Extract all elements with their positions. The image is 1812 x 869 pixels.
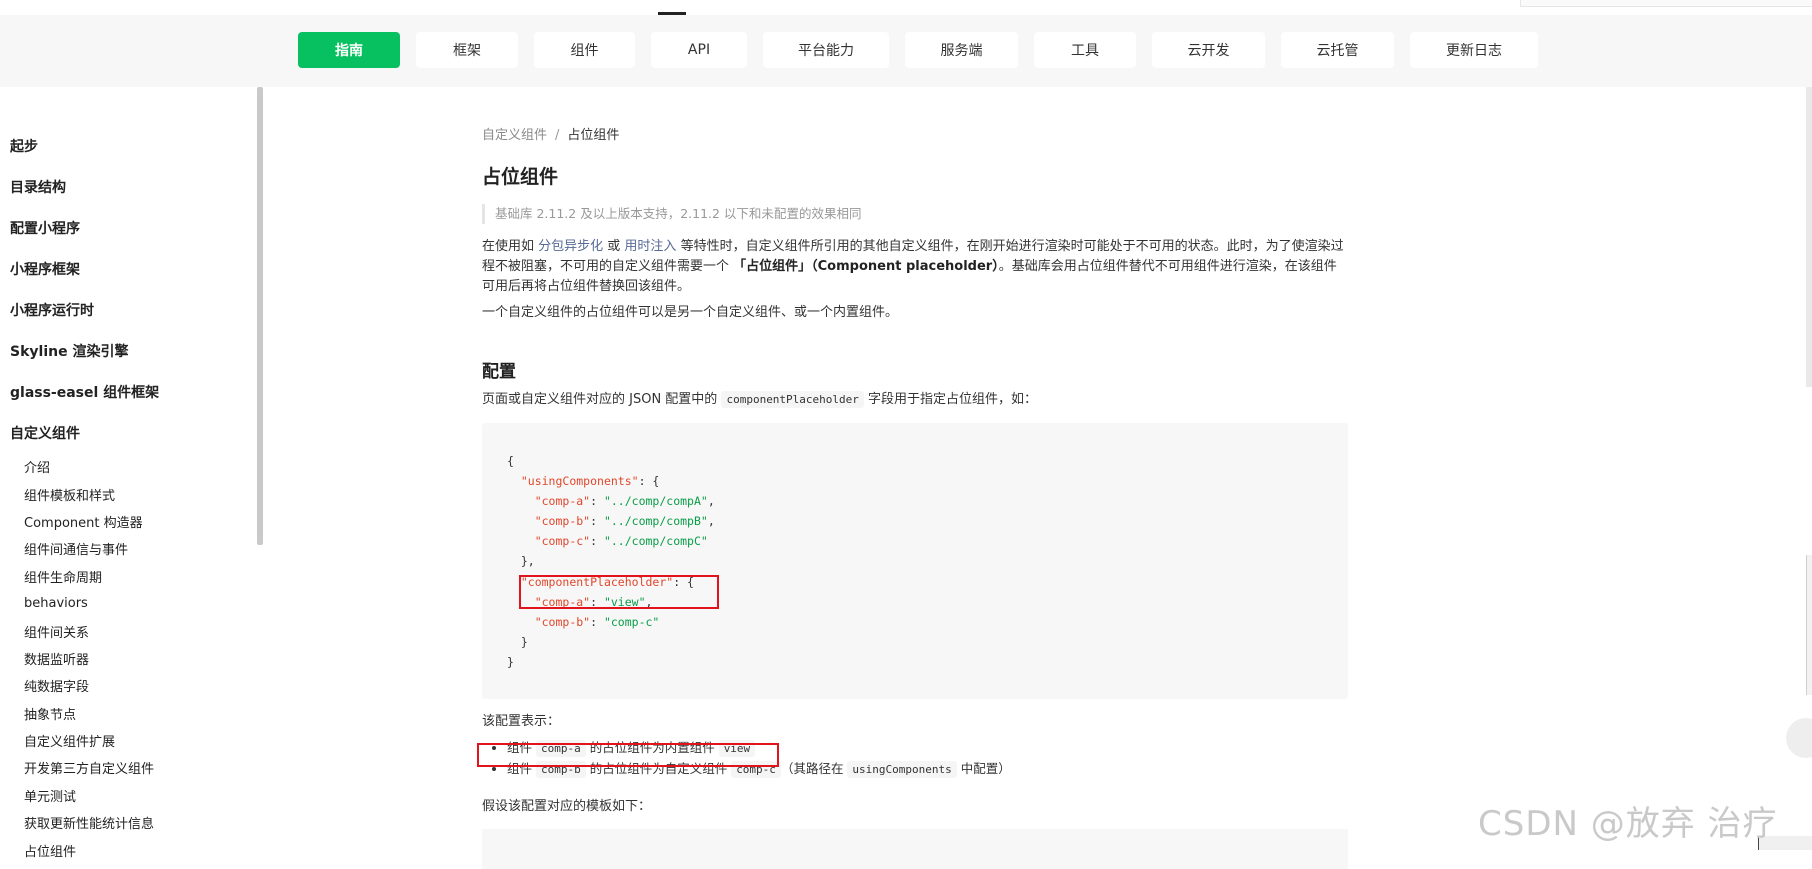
intro-bold-term: 「占位组件」（Component placeholder） bbox=[733, 259, 999, 274]
sidebar-scrollbar[interactable] bbox=[257, 87, 263, 545]
link-subpackage-async[interactable]: 分包异步化 bbox=[538, 239, 603, 254]
bullet-text: 中配置） bbox=[956, 761, 1011, 776]
nav-server[interactable]: 服务端 bbox=[905, 32, 1018, 68]
code-string: "../comp/compC" bbox=[603, 534, 708, 549]
nav-framework[interactable]: 框架 bbox=[416, 32, 518, 68]
sidebar-sub-perf-stats[interactable]: 获取更新性能统计信息 bbox=[10, 809, 250, 836]
sidebar-sub-intro[interactable]: 介绍 bbox=[10, 453, 250, 480]
code-key: "comp-b" bbox=[534, 514, 591, 529]
nav-tools[interactable]: 工具 bbox=[1034, 32, 1136, 68]
sidebar-sub-observers[interactable]: 数据监听器 bbox=[10, 645, 250, 672]
code-brace: }, bbox=[520, 554, 535, 569]
code-key: "comp-a" bbox=[534, 494, 591, 509]
breadcrumb: 自定义组件 / 占位组件 bbox=[482, 124, 619, 143]
template-intro: 假设该配置对应的模板如下： bbox=[482, 799, 652, 814]
code-string: "../comp/compB" bbox=[603, 514, 708, 529]
sidebar: 起步 目录结构 配置小程序 小程序框架 小程序运行时 Skyline 渲染引擎 … bbox=[0, 87, 263, 860]
sidebar-sub-template-style[interactable]: 组件模板和样式 bbox=[10, 480, 250, 507]
json-code-block: { "usingComponents": { "comp-a": "../com… bbox=[482, 423, 1348, 699]
code-key: "comp-c" bbox=[534, 534, 591, 549]
nav-cloud-hosting[interactable]: 云托管 bbox=[1281, 32, 1394, 68]
breadcrumb-current: 占位组件 bbox=[567, 128, 620, 143]
bullet-text: （其路径在 bbox=[780, 761, 848, 776]
nav-components[interactable]: 组件 bbox=[534, 32, 635, 68]
sidebar-item-config[interactable]: 配置小程序 bbox=[10, 207, 250, 248]
nav-guide[interactable]: 指南 bbox=[298, 32, 400, 68]
sidebar-sub-placeholder[interactable]: 占位组件 bbox=[10, 836, 250, 863]
breadcrumb-separator: / bbox=[555, 128, 560, 143]
top-navbar: 指南 框架 组件 API 平台能力 服务端 工具 云开发 云托管 更新日志 bbox=[0, 15, 1812, 87]
config-paragraph: 页面或自定义组件对应的 JSON 配置中的 componentPlacehold… bbox=[482, 390, 1348, 410]
sidebar-item-start[interactable]: 起步 bbox=[10, 125, 250, 166]
sidebar-item-custom-components[interactable]: 自定义组件 bbox=[10, 412, 250, 453]
link-lazy-injection[interactable]: 用时注入 bbox=[624, 239, 676, 254]
nav-cloud-dev[interactable]: 云开发 bbox=[1152, 32, 1265, 68]
sidebar-sub-lifecycle[interactable]: 组件生命周期 bbox=[10, 563, 250, 590]
sidebar-item-skyline[interactable]: Skyline 渲染引擎 bbox=[10, 330, 250, 371]
top-right-field[interactable] bbox=[1520, 0, 1812, 7]
intro-paragraph: 在使用如 分包异步化 或 用时注入 等特性时，自定义组件所引用的其他自定义组件，… bbox=[482, 237, 1348, 297]
intro-text-1: 在使用如 bbox=[482, 239, 539, 254]
version-note: 基础库 2.11.2 及以上版本支持，2.11.2 以下和未配置的效果相同 bbox=[482, 204, 861, 224]
sidebar-sub-third-party[interactable]: 开发第三方自定义组件 bbox=[10, 754, 250, 781]
watermark: CSDN @放弃 治疗 bbox=[1478, 804, 1778, 844]
config-meaning: 该配置表示： bbox=[482, 714, 561, 729]
sidebar-sub-constructor[interactable]: Component 构造器 bbox=[10, 508, 250, 535]
sidebar-sub-unit-test[interactable]: 单元测试 bbox=[10, 782, 250, 809]
sidebar-item-runtime[interactable]: 小程序运行时 bbox=[10, 289, 250, 330]
code-brace: } bbox=[520, 634, 528, 649]
inline-code-componentPlaceholder: componentPlaceholder bbox=[721, 391, 864, 408]
page-title: 占位组件 bbox=[482, 166, 559, 188]
code-key: "comp-b" bbox=[534, 614, 591, 629]
code-key: "usingComponents" bbox=[520, 474, 639, 489]
code-string: "../comp/compA" bbox=[603, 494, 708, 509]
intro-text-2: 或 bbox=[603, 239, 625, 254]
top-strip bbox=[0, 0, 1812, 16]
sidebar-item-glass-easel[interactable]: glass-easel 组件框架 bbox=[10, 371, 250, 412]
nav-items: 指南 框架 组件 API 平台能力 服务端 工具 云开发 云托管 更新日志 bbox=[298, 32, 1538, 68]
sidebar-sub-extend[interactable]: 自定义组件扩展 bbox=[10, 727, 250, 754]
side-panel-edge[interactable] bbox=[1806, 555, 1812, 695]
nav-api[interactable]: API bbox=[651, 32, 747, 68]
sidebar-list: 起步 目录结构 配置小程序 小程序框架 小程序运行时 Skyline 渲染引擎 … bbox=[10, 125, 250, 864]
sidebar-sub-behaviors[interactable]: behaviors bbox=[10, 590, 250, 617]
sidebar-sub-events[interactable]: 组件间通信与事件 bbox=[10, 535, 250, 562]
nav-changelog[interactable]: 更新日志 bbox=[1410, 32, 1538, 68]
sidebar-item-framework[interactable]: 小程序框架 bbox=[10, 248, 250, 289]
nav-platform[interactable]: 平台能力 bbox=[763, 32, 889, 68]
breadcrumb-parent[interactable]: 自定义组件 bbox=[482, 128, 547, 143]
code-lines: { "usingComponents": { "comp-a": "../com… bbox=[507, 454, 715, 669]
sidebar-sub-relations[interactable]: 组件间关系 bbox=[10, 617, 250, 644]
section-heading-config: 配置 bbox=[482, 362, 516, 382]
highlight-box-bullet bbox=[477, 743, 779, 767]
inline-code: usingComponents bbox=[847, 761, 957, 778]
floating-button[interactable] bbox=[1786, 718, 1812, 758]
sidebar-sub-pure-data[interactable]: 纯数据字段 bbox=[10, 672, 250, 699]
highlight-box-code bbox=[519, 575, 719, 609]
code-brace: { bbox=[507, 454, 514, 468]
code-string: "comp-c" bbox=[603, 614, 660, 629]
config-text-1: 页面或自定义组件对应的 JSON 配置中的 bbox=[482, 392, 722, 407]
page-scrollbar[interactable] bbox=[1806, 87, 1812, 387]
code-brace: } bbox=[507, 654, 514, 669]
template-code-block bbox=[482, 829, 1348, 869]
sidebar-sub-generics[interactable]: 抽象节点 bbox=[10, 700, 250, 727]
sidebar-item-directory[interactable]: 目录结构 bbox=[10, 166, 250, 207]
placeholder-desc: 一个自定义组件的占位组件可以是另一个自定义组件、或一个内置组件。 bbox=[482, 305, 899, 320]
config-text-2: 字段用于指定占位组件，如： bbox=[863, 392, 1038, 407]
